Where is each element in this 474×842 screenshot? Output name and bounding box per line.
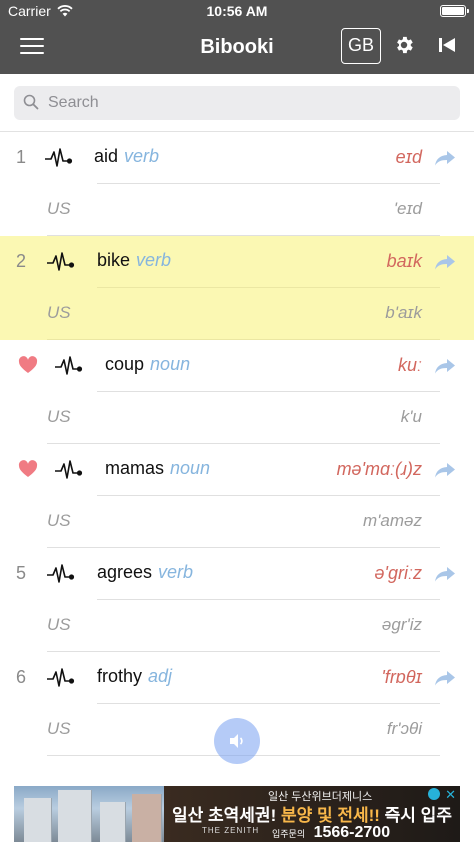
ad-copy-part-1: 일산 초역세권! [172,806,277,825]
pulse-icon[interactable] [54,354,84,378]
ad-contact: 입주문의 1566-2700 [272,824,390,842]
pulse-icon[interactable] [54,458,84,482]
share-arrow-icon[interactable] [434,565,456,583]
region-label: US [47,407,71,426]
entry-gb-row[interactable]: 6 frothy adj 'frɒθɪ [0,652,474,704]
pulse-icon[interactable] [46,250,76,274]
part-of-speech: verb [124,146,160,166]
gear-icon[interactable] [393,34,415,56]
ipa-gb: eɪd [395,147,422,167]
entry-gb-row[interactable]: coup noun kuː [0,340,474,392]
word-text: mamas [105,458,165,478]
pulse-icon[interactable] [46,562,76,586]
word-text: coup [105,354,145,374]
ad-close-icon[interactable]: ✕ [445,787,456,803]
share-arrow-icon[interactable] [434,253,456,271]
ipa-us: b'aɪk [385,303,422,322]
entry-us-row[interactable]: US əgr'iz [0,600,474,652]
region-label: US [47,199,71,218]
battery-icon [440,5,469,17]
share-arrow-icon[interactable] [434,461,456,479]
ipa-us: k'u [400,407,422,426]
search-bar [0,74,474,132]
ad-contact-label: 입주문의 [272,829,306,839]
skip-back-icon[interactable] [438,37,456,53]
word-text: aid [94,146,119,166]
entry-index: 1 [16,147,27,167]
region-label: US [47,615,71,634]
entry-us-row[interactable]: US 'eɪd [0,184,474,236]
part-of-speech: noun [150,354,191,374]
speaker-icon [230,734,243,748]
word-entry[interactable]: 5 agrees verb ə'griːz US əgr'iz [0,548,474,652]
ipa-gb: 'frɒθɪ [381,667,422,687]
ad-copy-part-2: 분양 및 전세!! [280,806,380,825]
entry-gb-row[interactable]: 5 agrees verb ə'griːz [0,548,474,600]
word-entry[interactable]: 1 aid verb eɪd US 'eɪd [0,132,474,236]
ad-brand-logo: THE ZENITH [202,826,260,835]
heart-icon[interactable] [18,460,38,478]
entry-us-row[interactable]: US k'u [0,392,474,444]
entry-index: 6 [16,667,27,687]
gb-accent-button[interactable]: GB [341,28,381,64]
part-of-speech: verb [158,562,194,582]
ipa-gb: kuː [397,355,422,375]
entry-word: frothy adj [97,666,172,687]
entry-word: mamas noun [105,458,210,479]
word-entry[interactable]: 2 bike verb baɪk US b'aɪk [0,236,474,340]
pulse-icon[interactable] [44,146,74,170]
status-bar: Carrier 10:56 AM [0,0,474,22]
app-screen: Carrier 10:56 AM Bibooki GB Search 1 aid… [0,0,474,842]
ipa-us: 'eɪd [393,199,422,218]
search-box[interactable] [14,86,460,120]
word-entry[interactable]: coup noun kuː US k'u [0,340,474,444]
ipa-gb: ə'griːz [374,563,422,583]
ipa-gb: baɪk [386,251,422,271]
entry-word: agrees verb [97,562,193,583]
ad-text-area: 일산 두산위브더제니스 일산 초역세권! 분양 및 전세!! 즉시 입주 THE… [164,786,460,842]
ipa-us: m'aməz [363,511,422,530]
region-label: US [47,511,71,530]
region-label: US [47,303,71,322]
part-of-speech: verb [136,250,172,270]
audio-play-button[interactable] [214,718,260,764]
navigation-bar: Bibooki GB [0,22,474,74]
word-text: agrees [97,562,153,582]
part-of-speech: adj [148,666,173,686]
entry-gb-row[interactable]: 2 bike verb baɪk [0,236,474,288]
entry-word: aid verb [94,146,159,167]
share-arrow-icon[interactable] [434,669,456,687]
ipa-us: əgr'iz [381,615,422,634]
search-input[interactable] [48,86,448,120]
entry-us-row[interactable]: US b'aɪk [0,288,474,340]
region-label: US [47,719,71,738]
entry-gb-row[interactable]: 1 aid verb eɪd [0,132,474,184]
ad-main-copy: 일산 초역세권! 분양 및 전세!! 즉시 입주 [172,801,452,826]
word-text: bike [97,250,131,270]
clock: 10:56 AM [206,3,268,19]
ad-banner[interactable]: 일산 두산위브더제니스 일산 초역세권! 분양 및 전세!! 즉시 입주 THE… [14,786,460,842]
share-arrow-icon[interactable] [434,357,456,375]
entry-gb-row[interactable]: mamas noun mə'mɑː(ɹ)z [0,444,474,496]
ad-info-icon[interactable] [428,788,440,800]
entry-word: bike verb [97,250,171,271]
ipa-us: fr'ɔθi [386,719,422,738]
entry-index: 5 [16,563,27,583]
entry-word: coup noun [105,354,190,375]
entry-us-row[interactable]: US m'aməz [0,496,474,548]
entry-index: 2 [16,251,27,271]
ipa-gb: mə'mɑː(ɹ)z [336,459,422,479]
word-text: frothy [97,666,143,686]
heart-icon[interactable] [18,356,38,374]
word-entry[interactable]: mamas noun mə'mɑː(ɹ)z US m'aməz [0,444,474,548]
ad-phone-number: 1566-2700 [313,824,391,841]
ad-building-photo [14,786,164,842]
pulse-icon[interactable] [46,666,76,690]
share-arrow-icon[interactable] [434,149,456,167]
ad-copy-part-3: 즉시 입주 [384,806,452,825]
search-icon [23,94,39,110]
word-list: 1 aid verb eɪd US'eɪd 2 bike verb baɪk US b'aɪk cou… [0,132,474,756]
part-of-speech: noun [170,458,211,478]
